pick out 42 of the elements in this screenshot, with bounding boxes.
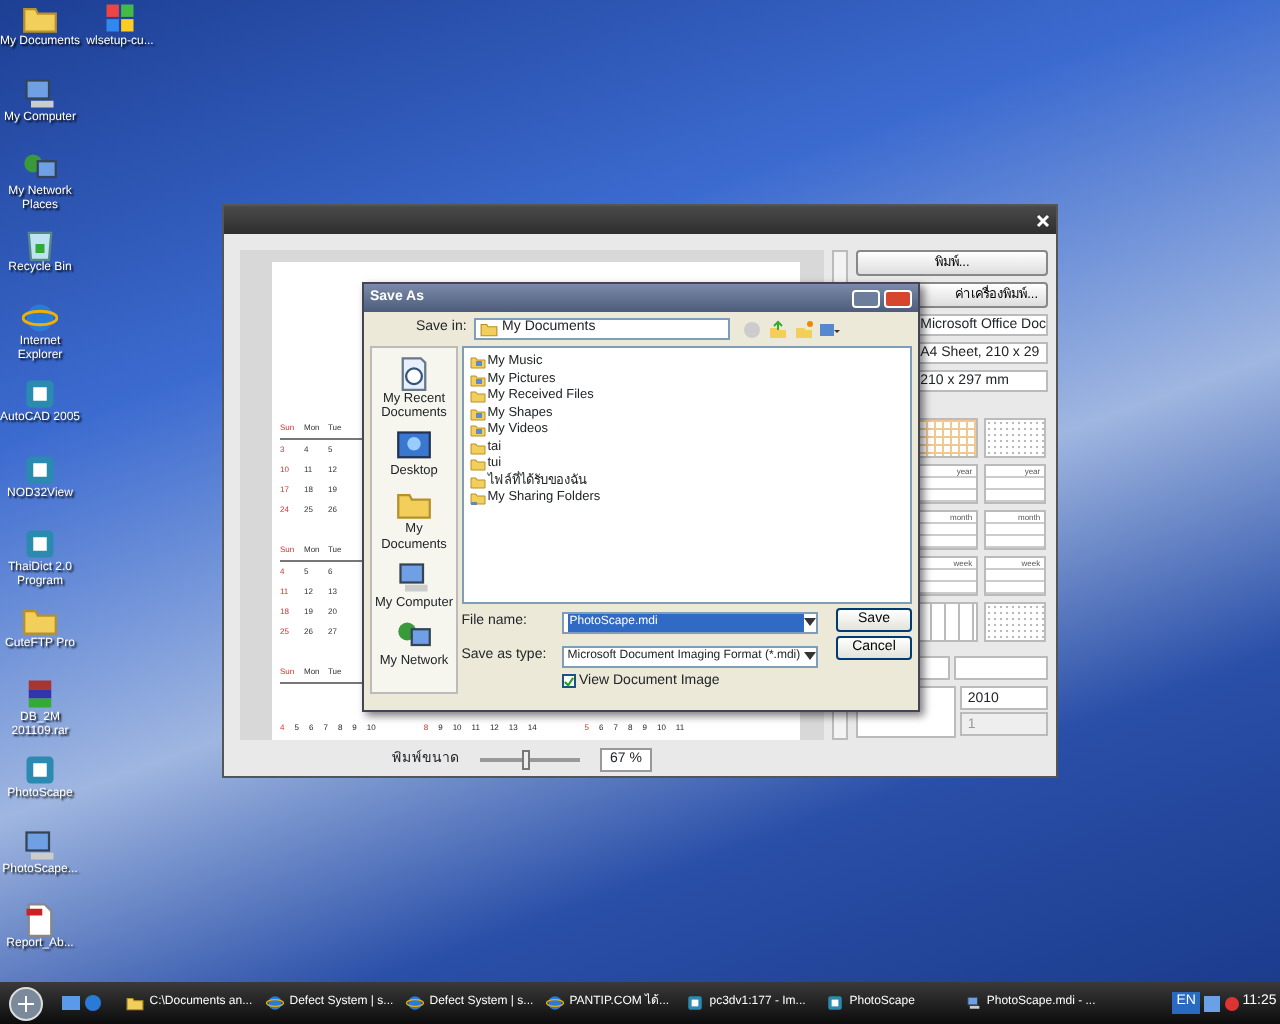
shared-folder-icon: [469, 490, 486, 507]
start-button[interactable]: [8, 985, 44, 1021]
special-folder-icon: [469, 354, 486, 371]
computer-icon: [395, 559, 432, 596]
special-folder-icon: [469, 371, 486, 388]
special-folder-icon: [469, 405, 486, 422]
up-folder-icon[interactable]: [767, 319, 790, 339]
computer-icon: [22, 827, 58, 864]
layout-thumbnail[interactable]: [984, 418, 1047, 458]
app-icon: [22, 751, 58, 788]
app-icon: [825, 994, 844, 1012]
checkmark-icon: [563, 675, 574, 688]
slider-thumb[interactable]: [521, 750, 530, 770]
desktop-icon[interactable]: [62, 994, 80, 1012]
close-button[interactable]: [884, 289, 912, 307]
view-menu-icon[interactable]: [818, 319, 841, 339]
close-icon[interactable]: [1036, 213, 1050, 227]
globe-icon: [265, 994, 284, 1012]
app-icon: [685, 994, 704, 1012]
globe-icon: [22, 300, 58, 337]
folder-icon: [480, 320, 499, 338]
document-icon: [22, 902, 58, 939]
dropdown-arrow-icon: [803, 652, 816, 660]
app-icon: [22, 451, 58, 488]
layout-thumbnail[interactable]: [916, 602, 979, 642]
folder-icon: [125, 994, 144, 1012]
checkbox[interactable]: [561, 674, 576, 689]
computer-icon: [22, 75, 58, 112]
folder-icon: [469, 388, 486, 405]
app-icon: [22, 375, 58, 412]
flag-icon: [102, 0, 138, 36]
layout-thumbnail[interactable]: [916, 418, 979, 458]
help-button[interactable]: [852, 289, 881, 307]
special-folder-icon: [469, 422, 486, 439]
app-icon: [22, 526, 58, 563]
globe-icon: [545, 994, 564, 1012]
globe-icon[interactable]: [83, 994, 102, 1012]
dropdown-arrow-icon: [803, 618, 816, 627]
layout-thumbnail[interactable]: [984, 602, 1047, 642]
computer-icon: [965, 994, 981, 1012]
clock-document-icon: [396, 356, 432, 392]
globe-icon: [405, 994, 424, 1012]
